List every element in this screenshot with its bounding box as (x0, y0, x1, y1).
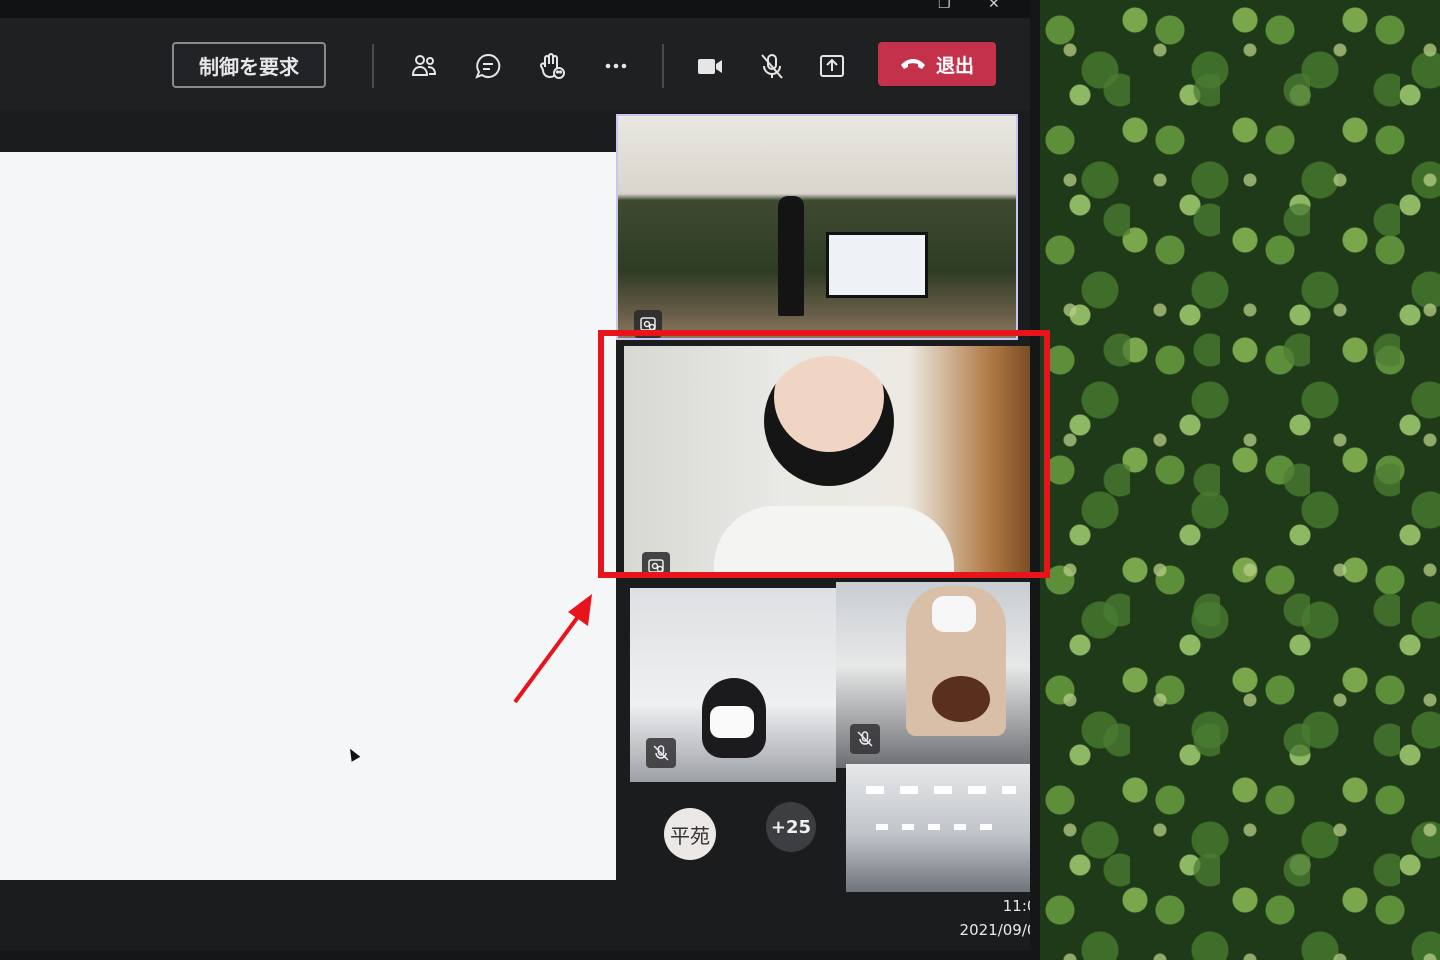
participant-tile-room[interactable] (616, 114, 1018, 340)
taskbar-time: 11:09 (1002, 897, 1030, 915)
mic-muted-icon[interactable] (756, 50, 788, 82)
raise-hand-icon[interactable] (536, 50, 568, 82)
participant-tile-office[interactable] (846, 764, 1030, 892)
chat-icon[interactable] (472, 50, 504, 82)
share-screen-icon[interactable] (816, 50, 848, 82)
mic-muted-icon (850, 724, 880, 754)
window-titlebar: ❐ ✕ (0, 0, 1030, 18)
ivy-wall-background (1040, 0, 1440, 960)
face-mask (932, 596, 976, 632)
participant-avatar[interactable]: 平苑 (664, 808, 716, 860)
highlight-box (598, 330, 1050, 578)
camera-icon[interactable] (694, 50, 726, 82)
room-display (826, 232, 928, 298)
meeting-toolbar: 制御を要求 退出 (0, 18, 1030, 110)
more-participants-button[interactable]: +25 (766, 802, 816, 852)
annotation-arrow (513, 594, 592, 704)
ceiling-lights (866, 786, 1016, 794)
taskbar-clock: 11:09 2021/09/07 (950, 894, 1030, 942)
taskbar-date: 2021/09/07 (959, 921, 1030, 939)
shared-content-area (0, 152, 616, 880)
close-icon[interactable]: ✕ (988, 0, 1000, 12)
participant-tile-with-dog[interactable] (836, 582, 1030, 768)
leave-button[interactable]: 退出 (878, 42, 996, 86)
restore-icon[interactable]: ❐ (938, 0, 951, 12)
more-options-icon[interactable] (600, 50, 632, 82)
face-mask (710, 706, 754, 738)
toolbar-divider (662, 44, 664, 88)
hang-up-icon (900, 53, 926, 75)
ceiling-lights (876, 824, 1006, 830)
mic-muted-icon (646, 738, 676, 768)
participant-tile-masked-woman[interactable] (630, 588, 836, 782)
request-control-button[interactable]: 制御を要求 (172, 42, 326, 88)
leave-label: 退出 (935, 54, 974, 77)
video-feed (618, 116, 1016, 338)
presenter-figure (778, 196, 804, 316)
dog (932, 676, 990, 722)
people-icon[interactable] (408, 50, 440, 82)
toolbar-divider (372, 44, 374, 88)
